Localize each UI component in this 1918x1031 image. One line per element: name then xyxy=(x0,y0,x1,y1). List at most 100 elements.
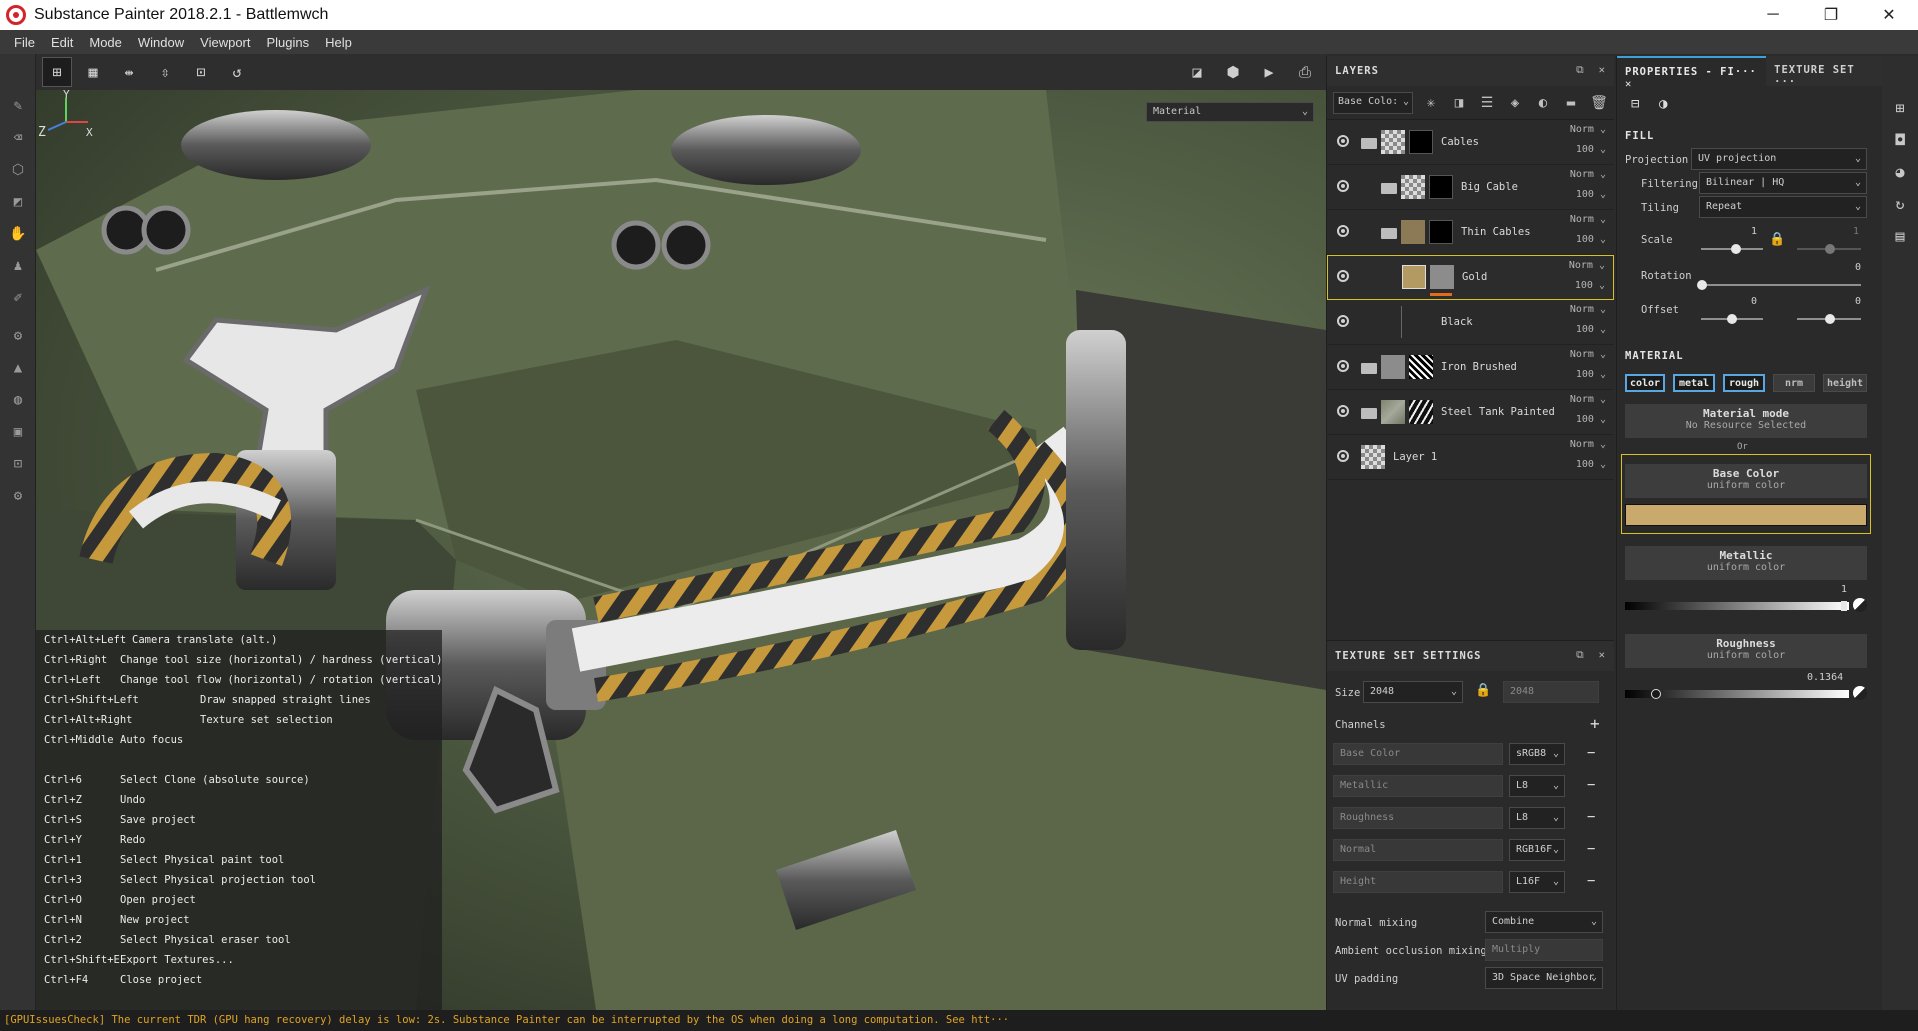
size-select[interactable]: 2048 ⌄ xyxy=(1363,681,1463,703)
history-icon[interactable]: ↺ xyxy=(222,57,252,87)
color-picker-icon[interactable] xyxy=(1853,598,1867,612)
opacity-select[interactable]: 100 ⌄ xyxy=(1576,369,1606,380)
eraser-icon[interactable]: ⌫ xyxy=(0,122,36,154)
opacity-select[interactable]: 100 ⌄ xyxy=(1575,280,1605,291)
blend-mode-select[interactable]: Norm ⌄ xyxy=(1569,260,1605,271)
rotation-slider-knob[interactable] xyxy=(1697,280,1707,290)
rotation-slider[interactable] xyxy=(1701,284,1861,286)
menu-mode[interactable]: Mode xyxy=(81,35,130,50)
blend-mode-select[interactable]: Norm ⌄ xyxy=(1570,304,1606,315)
visibility-eye-icon[interactable] xyxy=(1337,360,1349,372)
close-icon[interactable]: ✕ xyxy=(1599,64,1606,77)
roughness-block[interactable]: Roughness uniform color xyxy=(1625,634,1867,668)
opacity-select[interactable]: 100 ⌄ xyxy=(1576,459,1606,470)
scale-slider-2-knob[interactable] xyxy=(1825,244,1835,254)
layer-row[interactable]: Layer 1 Norm ⌄ 100 ⌄ xyxy=(1327,435,1614,480)
add-effect-icon[interactable]: ✳ xyxy=(1421,95,1441,111)
roughness-slider-knob[interactable] xyxy=(1651,689,1661,699)
add-mask-icon[interactable]: ◨ xyxy=(1449,95,1469,111)
log-panel-icon[interactable]: ▤ xyxy=(1882,220,1918,252)
symmetry-x-icon[interactable]: ⇹ xyxy=(114,57,144,87)
lock-icon[interactable]: 🔒 xyxy=(1475,683,1495,703)
remove-channel-icon[interactable]: − xyxy=(1587,809,1595,825)
layer-row[interactable]: Cables Norm ⌄ 100 ⌄ xyxy=(1327,120,1614,165)
projection-select[interactable]: UV projection ⌄ xyxy=(1691,148,1867,170)
blend-mode-select[interactable]: Norm ⌄ xyxy=(1570,439,1606,450)
bake-icon[interactable]: ▲ xyxy=(0,352,36,384)
channel-format-select[interactable]: L8 ⌄ xyxy=(1509,775,1565,797)
screenshot-icon[interactable]: ⎙ xyxy=(1290,57,1320,87)
menu-window[interactable]: Window xyxy=(130,35,192,50)
visibility-eye-icon[interactable] xyxy=(1337,270,1349,282)
undock-icon[interactable]: ⧉ xyxy=(1576,649,1585,662)
channel-toggle-rough[interactable]: rough xyxy=(1723,374,1765,392)
opacity-select[interactable]: 100 ⌄ xyxy=(1576,144,1606,155)
visibility-eye-icon[interactable] xyxy=(1337,405,1349,417)
remove-channel-icon[interactable]: − xyxy=(1587,841,1595,857)
menu-viewport[interactable]: Viewport xyxy=(192,35,258,50)
color-picker-icon[interactable]: ✐ xyxy=(0,282,36,314)
tiling-select[interactable]: Repeat ⌄ xyxy=(1699,196,1867,218)
add-mask-color-icon[interactable]: ◐ xyxy=(1533,95,1553,111)
blend-mode-select[interactable]: Norm ⌄ xyxy=(1570,349,1606,360)
substance-icon[interactable]: ◍ xyxy=(0,384,36,416)
view-2d-icon[interactable]: ◪ xyxy=(1182,57,1212,87)
symmetry-y-icon[interactable]: ⇳ xyxy=(150,57,180,87)
opacity-select[interactable]: 100 ⌄ xyxy=(1576,234,1606,245)
layer-row[interactable]: Black Norm ⌄ 100 ⌄ xyxy=(1327,300,1614,345)
viewer-settings-icon[interactable]: ◕ xyxy=(1882,156,1918,188)
display-settings-icon[interactable]: ◘ xyxy=(1882,124,1918,156)
photoshop-icon[interactable]: ▣ xyxy=(0,416,36,448)
paint-brush-icon[interactable]: ✎ xyxy=(0,90,36,122)
delete-layer-icon[interactable]: 🗑 xyxy=(1589,95,1609,111)
visibility-eye-icon[interactable] xyxy=(1337,450,1349,462)
close-window-button[interactable]: ✕ xyxy=(1860,0,1918,30)
menu-edit[interactable]: Edit xyxy=(43,35,81,50)
layer-row[interactable]: Big Cable Norm ⌄ 100 ⌄ xyxy=(1327,165,1614,210)
opacity-select[interactable]: 100 ⌄ xyxy=(1576,414,1606,425)
clone-icon[interactable]: ♟ xyxy=(0,250,36,282)
channel-toggle-height[interactable]: height xyxy=(1823,374,1867,392)
remove-channel-icon[interactable]: − xyxy=(1587,745,1595,761)
uv-padding-select[interactable]: 3D Space Neighbor ⌄ xyxy=(1485,967,1603,989)
projection-icon[interactable]: ⬡ xyxy=(0,154,36,186)
blend-mode-select[interactable]: Norm ⌄ xyxy=(1570,169,1606,180)
opacity-select[interactable]: 100 ⌄ xyxy=(1576,324,1606,335)
polygon-fill-icon[interactable]: ◩ xyxy=(0,186,36,218)
channel-format-select[interactable]: L8 ⌄ xyxy=(1509,807,1565,829)
settings-icon[interactable]: ⚙ xyxy=(0,480,36,512)
fit-icon[interactable]: ⊡ xyxy=(186,57,216,87)
add-folder-icon[interactable]: ▬ xyxy=(1561,95,1581,111)
grid-icon[interactable]: ▦ xyxy=(78,57,108,87)
3d-viewport[interactable]: Material ⌄ Ctrl+Alt+Left Camera translate… xyxy=(36,90,1326,1010)
channel-select[interactable]: Base Colo: ⌄ xyxy=(1333,91,1413,114)
channel-toggle-color[interactable]: color xyxy=(1625,374,1665,392)
normal-mixing-select[interactable]: Combine ⌄ xyxy=(1485,911,1603,933)
minimize-button[interactable]: ─ xyxy=(1744,0,1802,30)
filtering-select[interactable]: Bilinear | HQ ⌄ xyxy=(1699,172,1867,194)
layer-row[interactable]: Iron Brushed Norm ⌄ 100 ⌄ xyxy=(1327,345,1614,390)
visibility-eye-icon[interactable] xyxy=(1337,225,1349,237)
blend-mode-select[interactable]: Norm ⌄ xyxy=(1570,124,1606,135)
history-panel-icon[interactable]: ↻ xyxy=(1882,188,1918,220)
tab-texture-set[interactable]: TEXTURE SET ··· xyxy=(1766,56,1882,88)
add-fill-layer-icon[interactable]: ◈ xyxy=(1505,95,1525,111)
close-icon[interactable]: ✕ xyxy=(1599,649,1606,662)
blend-mode-select[interactable]: Norm ⌄ xyxy=(1570,394,1606,405)
shelf-icon[interactable]: ⚙ xyxy=(0,320,36,352)
visibility-eye-icon[interactable] xyxy=(1337,315,1349,327)
color-picker-icon[interactable] xyxy=(1853,686,1867,700)
visibility-eye-icon[interactable] xyxy=(1337,135,1349,147)
blend-mode-select[interactable]: Norm ⌄ xyxy=(1570,214,1606,225)
tab-properties-fill[interactable]: PROPERTIES - FI··· ✕ xyxy=(1617,56,1767,90)
offset-slider-1-knob[interactable] xyxy=(1727,314,1737,324)
view-3d-icon[interactable]: ⬢ xyxy=(1218,57,1248,87)
selection-mode-icon[interactable]: ⊞ xyxy=(42,57,72,87)
lock-icon[interactable]: 🔒 xyxy=(1769,232,1787,250)
menu-file[interactable]: File xyxy=(6,35,43,50)
camera-icon[interactable]: ▶ xyxy=(1254,57,1284,87)
layer-row-selected[interactable]: Gold Norm ⌄ 100 ⌄ xyxy=(1327,255,1614,300)
channel-format-select[interactable]: sRGB8 ⌄ xyxy=(1509,743,1565,765)
add-layer-icon[interactable]: ☰ xyxy=(1477,95,1497,111)
remove-channel-icon[interactable]: − xyxy=(1587,873,1595,889)
